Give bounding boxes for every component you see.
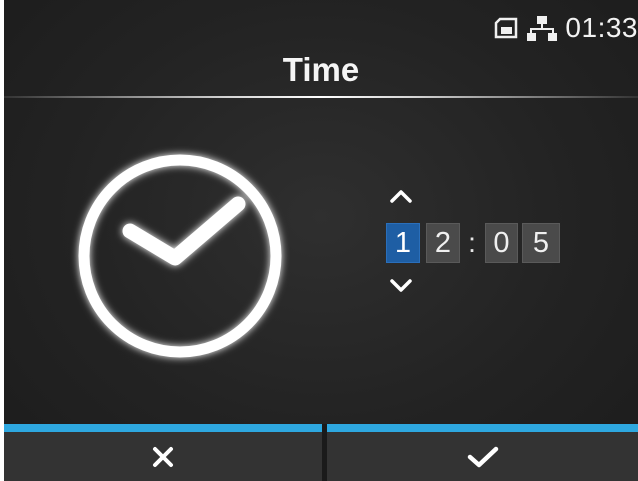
clock-check-icon bbox=[70, 146, 290, 366]
time-separator: : bbox=[468, 227, 476, 258]
hour-tens-digit[interactable]: 1 bbox=[386, 223, 420, 263]
status-bar: 01:33 bbox=[493, 8, 638, 48]
check-icon bbox=[466, 445, 500, 469]
chevron-down-icon[interactable] bbox=[387, 276, 415, 296]
cancel-button[interactable] bbox=[4, 424, 322, 481]
page-title: Time bbox=[282, 51, 360, 88]
minute-ones-digit[interactable]: 5 bbox=[522, 223, 560, 263]
confirm-button[interactable] bbox=[327, 424, 638, 481]
status-clock: 01:33 bbox=[565, 12, 638, 43]
sd-card-icon bbox=[493, 16, 519, 40]
minute-tens-digit[interactable]: 0 bbox=[485, 223, 518, 263]
title-divider bbox=[4, 96, 638, 98]
hour-ones-digit[interactable]: 2 bbox=[426, 223, 460, 263]
network-icon bbox=[527, 14, 558, 42]
close-icon bbox=[152, 446, 174, 468]
time-setting-screen: 01:33 Time 1 2: 0 5 bbox=[4, 0, 638, 481]
chevron-up-icon[interactable] bbox=[387, 186, 415, 206]
